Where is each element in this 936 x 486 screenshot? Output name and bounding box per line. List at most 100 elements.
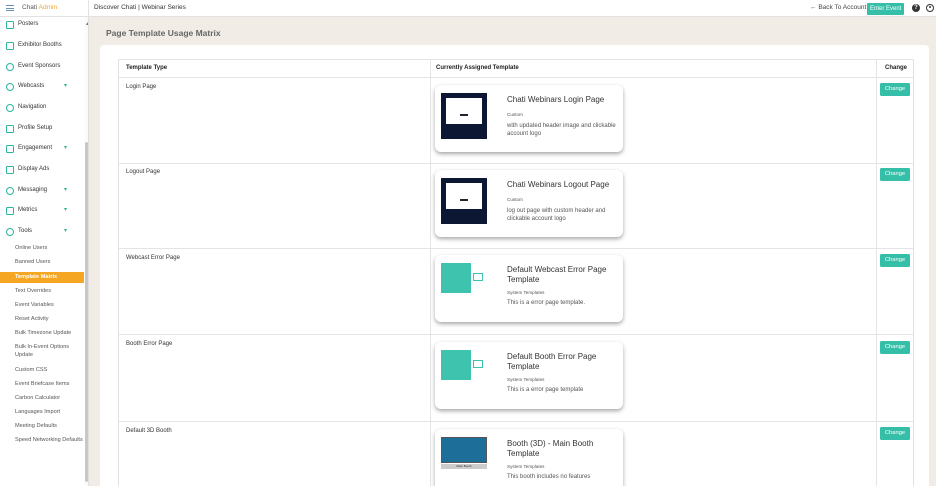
sidebar-item-profile-setup[interactable]: Profile Setup — [0, 122, 84, 136]
sidebar-subitem-label: Text Overrides — [15, 288, 52, 294]
change-button[interactable]: Change — [880, 427, 910, 440]
sidebar-item-engagement[interactable]: Engagement ▾ — [0, 142, 84, 156]
template-category: System Templates — [507, 464, 545, 469]
user-account-icon[interactable] — [926, 4, 934, 12]
template-title: Chati Webinars Logout Page — [507, 180, 610, 189]
sidebar-subitem-reset-activity[interactable]: Reset Activity — [0, 315, 84, 325]
back-to-account-link[interactable]: ← Back To Account — [810, 4, 866, 11]
template-title: Default Webcast Error Page Template — [507, 265, 607, 284]
sidebar-subitem-event-variables[interactable]: Event Variables — [0, 301, 84, 311]
webcast-icon — [6, 83, 14, 91]
sidebar-subitem-template-matrix[interactable]: Template Matrix — [0, 272, 84, 283]
sidebar-subitem-bulk-timezone-update[interactable]: Bulk Timezone Update — [0, 329, 84, 339]
sidebar-subitem-label: Reset Activity — [15, 316, 49, 322]
sidebar-item-navigation[interactable]: Navigation — [0, 101, 84, 115]
sidebar-subitem-label: Event Briefcase Items — [15, 381, 70, 387]
row-template-type: Webcast Error Page — [126, 255, 180, 261]
template-card[interactable]: Default Webcast Error Page Template Syst… — [435, 255, 623, 322]
sidebar-item-label: Display Ads — [18, 166, 50, 172]
sidebar-subitem-meeting-defaults[interactable]: Meeting Defaults — [0, 422, 84, 432]
sidebar-subitem-speed-networking-defaults[interactable]: Speed Networking Defaults — [0, 436, 84, 454]
sidebar-subitem-label: Template Matrix — [15, 274, 58, 280]
sidebar-subitem-label: Custom CSS — [15, 367, 48, 373]
row-divider — [119, 334, 913, 335]
navigation-icon — [6, 104, 14, 112]
template-thumbnail — [441, 93, 487, 139]
engagement-icon — [6, 145, 14, 153]
sidebar-subitem-custom-css[interactable]: Custom CSS — [0, 366, 84, 376]
template-card[interactable]: Chati Webinars Logout Page Custom log ou… — [435, 170, 623, 237]
template-matrix-table: Template Type Currently Assigned Templat… — [118, 59, 914, 486]
template-card[interactable]: Chati Webinars Login Page Custom with up… — [435, 85, 623, 152]
arrow-left-icon: ← — [810, 4, 817, 11]
thumbnail-caption: Main Booth — [441, 464, 487, 469]
template-description: This is a error page template — [507, 387, 584, 393]
hamburger-menu-icon[interactable] — [6, 5, 14, 11]
template-card[interactable]: Default Booth Error Page Template System… — [435, 342, 623, 409]
scroll-up-arrow-icon[interactable]: ▲ — [85, 21, 88, 27]
template-category: Custom — [507, 112, 523, 117]
change-button[interactable]: Change — [880, 254, 910, 267]
sidebar-subitem-languages-import[interactable]: Languages Import — [0, 408, 84, 418]
sidebar-subitem-label: Banned Users — [15, 259, 51, 265]
sidebar-subitem-label: Speed Networking Defaults — [15, 437, 83, 443]
profile-icon — [6, 125, 14, 133]
chevron-down-icon: ▾ — [64, 83, 68, 89]
sidebar-item-label: Metrics — [18, 207, 38, 213]
sidebar-subitem-online-users[interactable]: Online Users — [0, 244, 84, 254]
column-header-assigned-template: Currently Assigned Template — [436, 65, 519, 71]
row-template-type: Booth Error Page — [126, 341, 173, 347]
change-button[interactable]: Change — [880, 341, 910, 354]
row-template-type: Logout Page — [126, 169, 161, 175]
sidebar-item-posters[interactable]: Posters — [0, 18, 84, 32]
template-description: with updated header image and clickable … — [507, 123, 616, 137]
row-divider — [119, 163, 913, 164]
sidebar-subitem-label: Bulk Timezone Update — [15, 330, 72, 336]
row-template-type: Default 3D Booth — [126, 428, 172, 434]
brand-logo[interactable]: Chati Admin — [22, 4, 57, 11]
sidebar-item-label: Messaging — [18, 187, 48, 193]
sidebar-subitem-label: Bulk In-Event Options Update — [15, 344, 70, 358]
sidebar-subitem-carbon-calculator[interactable]: Carbon Calculator — [0, 394, 84, 404]
sidebar-subitem-banned-users[interactable]: Banned Users — [0, 258, 84, 268]
poster-icon — [6, 21, 14, 29]
sidebar-item-webcasts[interactable]: Webcasts ▾ — [0, 80, 84, 94]
row-divider — [119, 421, 913, 422]
enter-event-button[interactable]: Enter Event — [867, 3, 905, 15]
metrics-icon — [6, 207, 14, 215]
sidebar-subitem-bulk-in-event-options[interactable]: Bulk In-Event Options Update — [0, 343, 84, 361]
template-category: Custom — [507, 197, 523, 202]
template-card[interactable]: Main Booth Booth (3D) - Main Booth Templ… — [435, 429, 623, 486]
chevron-down-icon: ▾ — [64, 207, 68, 213]
template-description: This booth includes no features — [507, 474, 591, 480]
sidebar-item-exhibitor-booths[interactable]: Exhibitor Booths — [0, 39, 84, 53]
sidebar-subitem-event-briefcase-items[interactable]: Event Briefcase Items — [0, 380, 84, 390]
sidebar-item-event-sponsors[interactable]: Event Sponsors — [0, 60, 84, 74]
sidebar-item-tools[interactable]: Tools ▾ — [0, 225, 84, 239]
ads-icon — [6, 166, 14, 174]
breadcrumb[interactable]: Discover Chati | Webinar Series — [94, 4, 186, 11]
change-button[interactable]: Change — [880, 83, 910, 96]
help-icon[interactable]: ? — [912, 4, 920, 12]
template-thumbnail — [441, 178, 487, 224]
sidebar-subitem-label: Online Users — [15, 245, 48, 251]
sidebar-item-messaging[interactable]: Messaging ▾ — [0, 184, 84, 198]
change-button[interactable]: Change — [880, 168, 910, 181]
brand-accent: Admin — [38, 4, 58, 11]
sidebar-scrollbar-thumb[interactable] — [85, 142, 88, 482]
sidebar-subitem-text-overrides[interactable]: Text Overrides — [0, 287, 84, 297]
template-title: Default Booth Error Page Template — [507, 352, 597, 371]
template-thumbnail — [441, 350, 487, 396]
sidebar-item-display-ads[interactable]: Display Ads — [0, 163, 84, 177]
page-title: Page Template Usage Matrix — [106, 28, 221, 38]
template-title: Booth (3D) - Main Booth Template — [507, 439, 594, 458]
sidebar-subitem-label: Meeting Defaults — [15, 423, 57, 429]
tools-icon — [6, 228, 14, 236]
template-category: System Templates — [507, 290, 545, 295]
template-category: System Templates — [507, 377, 545, 382]
booth-icon — [6, 42, 14, 50]
template-thumbnail — [441, 263, 487, 309]
top-bar: Chati Admin Discover Chati | Webinar Ser… — [0, 0, 936, 17]
chevron-down-icon: ▾ — [64, 145, 68, 151]
sidebar-item-metrics[interactable]: Metrics ▾ — [0, 204, 84, 218]
